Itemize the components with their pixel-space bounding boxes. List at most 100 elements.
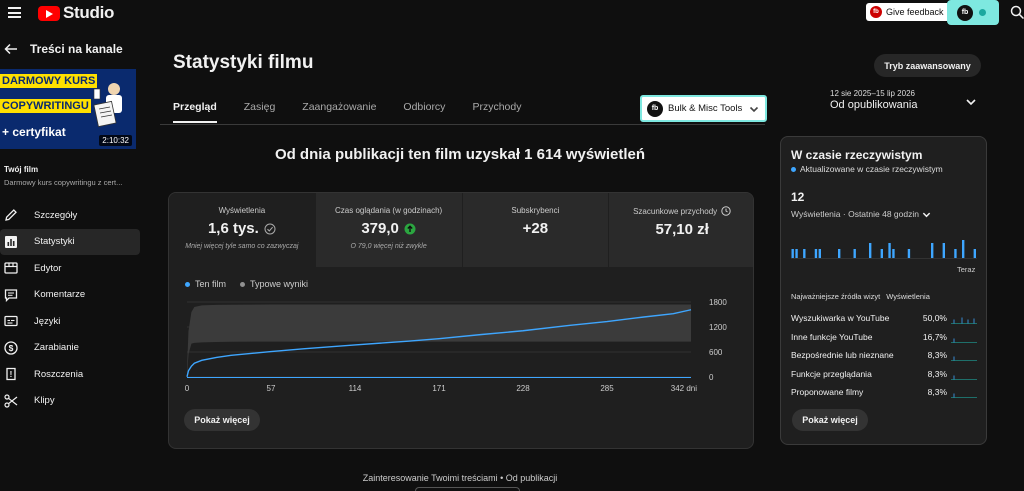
- metric-views[interactable]: Wyświetlenia 1,6 tys. Mniej więcej tyle …: [169, 193, 316, 267]
- metric-subscribers[interactable]: Subskrybenci +28: [462, 193, 610, 267]
- traffic-source-row: Bezpośrednie lub nieznane 8,3%: [791, 346, 981, 365]
- realtime-bar: [880, 249, 883, 258]
- sidebar-item-komentarze[interactable]: Komentarze: [0, 282, 140, 309]
- studio-logo[interactable]: Studio: [38, 3, 114, 23]
- back-to-content-button[interactable]: Treści na kanale: [4, 42, 123, 56]
- bulk-misc-tools-button[interactable]: fb Bulk & Misc Tools: [640, 95, 767, 122]
- tab-zasieg[interactable]: Zasięg: [244, 101, 276, 123]
- chart-legend: Ten film Typowe wyniki: [185, 279, 308, 289]
- metric-revenue-label: Szacunkowe przychody: [633, 206, 718, 216]
- legend-item-typical[interactable]: Typowe wyniki: [240, 279, 308, 289]
- traffic-source-value: 8,3%: [927, 387, 947, 398]
- show-more-button[interactable]: Pokaż więcej: [184, 409, 260, 431]
- realtime-metric-selector[interactable]: Wyświetlenia · Ostatnie 48 godzin: [791, 209, 931, 219]
- date-period-label[interactable]: Od opublikowania: [830, 99, 917, 111]
- metric-views-value: 1,6 tys.: [207, 220, 259, 237]
- sidebar-item-statystyki[interactable]: Statystyki: [0, 228, 140, 255]
- search-icon[interactable]: [1010, 5, 1024, 19]
- traffic-source-value: 8,3%: [927, 350, 947, 361]
- realtime-metric-label: Wyświetlenia · Ostatnie 48 godzin: [791, 209, 919, 219]
- metric-label: Subskrybenci: [463, 206, 609, 215]
- sidebar-item-szczegoly[interactable]: Szczegóły: [0, 202, 140, 229]
- traffic-source-value: 16,7%: [922, 331, 947, 342]
- metric-views-label: Wyświetlenia: [218, 206, 266, 215]
- traffic-source-sparkline: [951, 317, 977, 325]
- analytics-tabs: Przegląd Zasięg Zaangażowanie Odbiorcy P…: [173, 101, 548, 123]
- traffic-source-name: Wyszukiwarka w YouTube: [791, 313, 890, 324]
- realtime-bar: [795, 249, 798, 258]
- chart-y-tick-label: 1200: [709, 323, 727, 332]
- feedback-badge-icon: fb: [870, 6, 882, 18]
- metric-value-row: 1,6 tys.: [169, 220, 315, 237]
- thumbnail-line-2: COPYWRITINGU: [0, 99, 91, 113]
- check-icon: [264, 223, 276, 234]
- metric-tiles: Wyświetlenia 1,6 tys. Mniej więcej tyle …: [169, 193, 753, 267]
- video-thumbnail[interactable]: DARMOWY KURS COPYWRITINGU + certyfikat 2…: [0, 69, 136, 149]
- metric-revenue[interactable]: Szacunkowe przychody 57,10 zł: [609, 193, 753, 267]
- sidebar-item-zarabianie[interactable]: $ Zarabianie: [0, 335, 140, 362]
- editor-icon: [4, 262, 18, 274]
- realtime-bar: [954, 249, 957, 258]
- traffic-source-sparkline: [951, 375, 977, 380]
- bulk-tools-badge-icon: fb: [647, 100, 663, 117]
- chart-x-tick-label: 0: [185, 384, 190, 393]
- realtime-subtitle-text: Aktualizowane w czasie rzeczywistym: [800, 164, 943, 174]
- youtube-play-icon: [38, 5, 60, 21]
- metric-subscribers-value: +28: [522, 220, 549, 237]
- traffic-source-name: Inne funkcje YouTube: [791, 331, 873, 342]
- sidebar-item-label: Klipy: [34, 395, 55, 407]
- metric-subscribers-label: Subskrybenci: [511, 206, 560, 215]
- top-bar: Studio fb Give feedback fb: [0, 0, 1024, 26]
- metric-revenue-value: 57,10 zł: [655, 221, 709, 238]
- menu-icon[interactable]: [8, 7, 21, 18]
- views-chart[interactable]: 0 57 114 171 228 285 342 dni 0 600 1200 1800: [169, 293, 754, 403]
- next-section-tab: [415, 487, 520, 491]
- give-feedback-button[interactable]: fb Give feedback: [866, 3, 950, 21]
- dollar-icon: $: [4, 341, 18, 355]
- tab-zaangazowanie[interactable]: Zaangażowanie: [302, 101, 376, 123]
- metric-label: Wyświetlenia: [169, 206, 315, 215]
- sidebar-item-label: Komentarze: [34, 289, 86, 301]
- traffic-source-name: Funkcje przeglądania: [791, 368, 872, 379]
- chart-y-tick-label: 0: [709, 373, 714, 382]
- pencil-icon: [5, 209, 17, 222]
- metric-watch-time-value: 379,0: [361, 220, 399, 237]
- extension-button[interactable]: fb: [947, 0, 999, 25]
- sidebar-item-roszczenia[interactable]: ! Roszczenia: [0, 361, 140, 388]
- metric-value-row: +28: [463, 220, 609, 237]
- clock-icon: [721, 206, 731, 216]
- extension-badge-icon: fb: [957, 4, 973, 21]
- traffic-source-value: 8,3%: [927, 368, 947, 379]
- tab-odbiorcy[interactable]: Odbiorcy: [403, 101, 445, 123]
- views-headline: Od dnia publikacji ten film uzyskał 1 61…: [274, 146, 646, 163]
- chart-x-tick-label: 228: [516, 384, 530, 393]
- date-range[interactable]: 12 sie 2025–15 lip 2026: [830, 89, 915, 98]
- realtime-bar-chart[interactable]: [791, 222, 977, 262]
- copyright-icon: !: [6, 368, 16, 381]
- tab-przychody[interactable]: Przychody: [472, 101, 521, 123]
- comments-icon: [4, 289, 18, 302]
- chart-x-tick-label: 57: [267, 384, 276, 393]
- metric-value-row: 57,10 zł: [609, 221, 753, 238]
- date-chevron-down-icon[interactable]: [965, 96, 977, 108]
- advanced-mode-button[interactable]: Tryb zaawansowany: [874, 54, 981, 77]
- traffic-source-sparkline: [951, 393, 977, 399]
- sources-header-metric: Wyświetlenia: [886, 292, 930, 301]
- realtime-card: W czasie rzeczywistym Aktualizowane w cz…: [780, 136, 987, 445]
- sidebar-item-klipy[interactable]: Klipy: [0, 388, 140, 415]
- realtime-bar: [838, 249, 841, 258]
- subtitles-icon: [4, 316, 18, 327]
- tab-przeglad[interactable]: Przegląd: [173, 101, 217, 123]
- legend-item-this-film[interactable]: Ten film: [185, 279, 226, 289]
- metric-watch-time[interactable]: Czas oglądania (w godzinach) 379,0 O 79,…: [315, 193, 463, 267]
- sidebar-item-jezyki[interactable]: Języki: [0, 308, 140, 335]
- tabs-divider: [160, 124, 765, 125]
- sidebar-item-label: Zarabianie: [34, 342, 79, 354]
- sidebar-item-label: Roszczenia: [34, 368, 84, 380]
- realtime-show-more-button[interactable]: Pokaż więcej: [792, 409, 868, 431]
- sidebar-item-edytor[interactable]: Edytor: [0, 255, 140, 282]
- realtime-bar: [803, 249, 806, 258]
- realtime-bar: [814, 249, 818, 258]
- metric-label: Czas oglądania (w godzinach): [316, 206, 462, 215]
- sources-header-label: Najważniejsze źródła wizyt: [791, 292, 881, 301]
